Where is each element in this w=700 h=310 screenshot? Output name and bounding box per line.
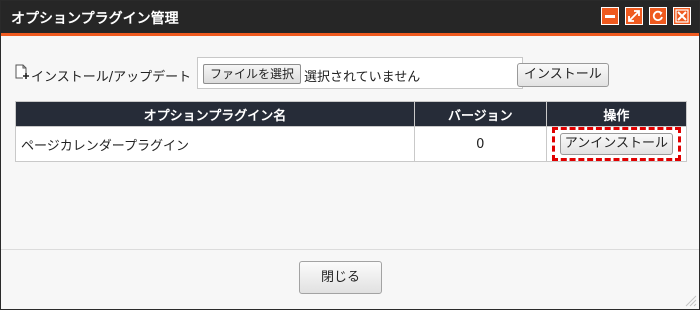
header-version: バージョン: [413, 101, 547, 127]
highlight-box: アンインストール: [551, 127, 681, 161]
file-input[interactable]: ファイルを選択 選択されていません: [197, 57, 523, 89]
plugin-name-cell: ページカレンダープラグイン: [15, 126, 415, 162]
title-bar[interactable]: オプションプラグイン管理: [1, 1, 699, 36]
plugin-version-cell: 0: [413, 126, 547, 162]
uninstall-button[interactable]: アンインストール: [559, 133, 673, 155]
refresh-icon: [652, 10, 663, 21]
header-operation: 操作: [545, 101, 688, 127]
resize-grip-icon[interactable]: [683, 293, 697, 307]
header-plugin-name: オプションプラグイン名: [15, 101, 415, 127]
choose-file-button[interactable]: ファイルを選択: [203, 64, 302, 84]
minimize-button[interactable]: [601, 7, 619, 25]
minimize-icon: [605, 15, 615, 18]
new-file-icon: [15, 64, 29, 79]
file-status-text: 選択されていません: [304, 70, 421, 85]
refresh-button[interactable]: [649, 7, 667, 25]
plugin-manager-dialog: オプションプラグイン管理 インストール/アップデート ファイルを選択 選択されて…: [0, 0, 700, 310]
install-update-label: インストール/アップデート: [31, 70, 192, 85]
close-button[interactable]: 閉じる: [299, 261, 382, 294]
install-row: インストール/アップデート ファイルを選択 選択されていません インストール: [15, 57, 615, 91]
close-icon: [675, 9, 689, 23]
close-window-button[interactable]: [673, 7, 691, 25]
footer-divider: [1, 249, 699, 250]
table-header-row: オプションプラグイン名 バージョン 操作: [15, 101, 688, 127]
install-button[interactable]: インストール: [517, 63, 609, 87]
maximize-icon: [628, 10, 640, 22]
plugin-operation-cell: アンインストール: [545, 126, 688, 162]
plugin-table: オプションプラグイン名 バージョン 操作 ページカレンダープラグイン 0 アンイ…: [15, 101, 688, 162]
dialog-title: オプションプラグイン管理: [11, 11, 179, 27]
table-row: ページカレンダープラグイン 0 アンインストール: [15, 126, 688, 162]
maximize-button[interactable]: [625, 7, 643, 25]
